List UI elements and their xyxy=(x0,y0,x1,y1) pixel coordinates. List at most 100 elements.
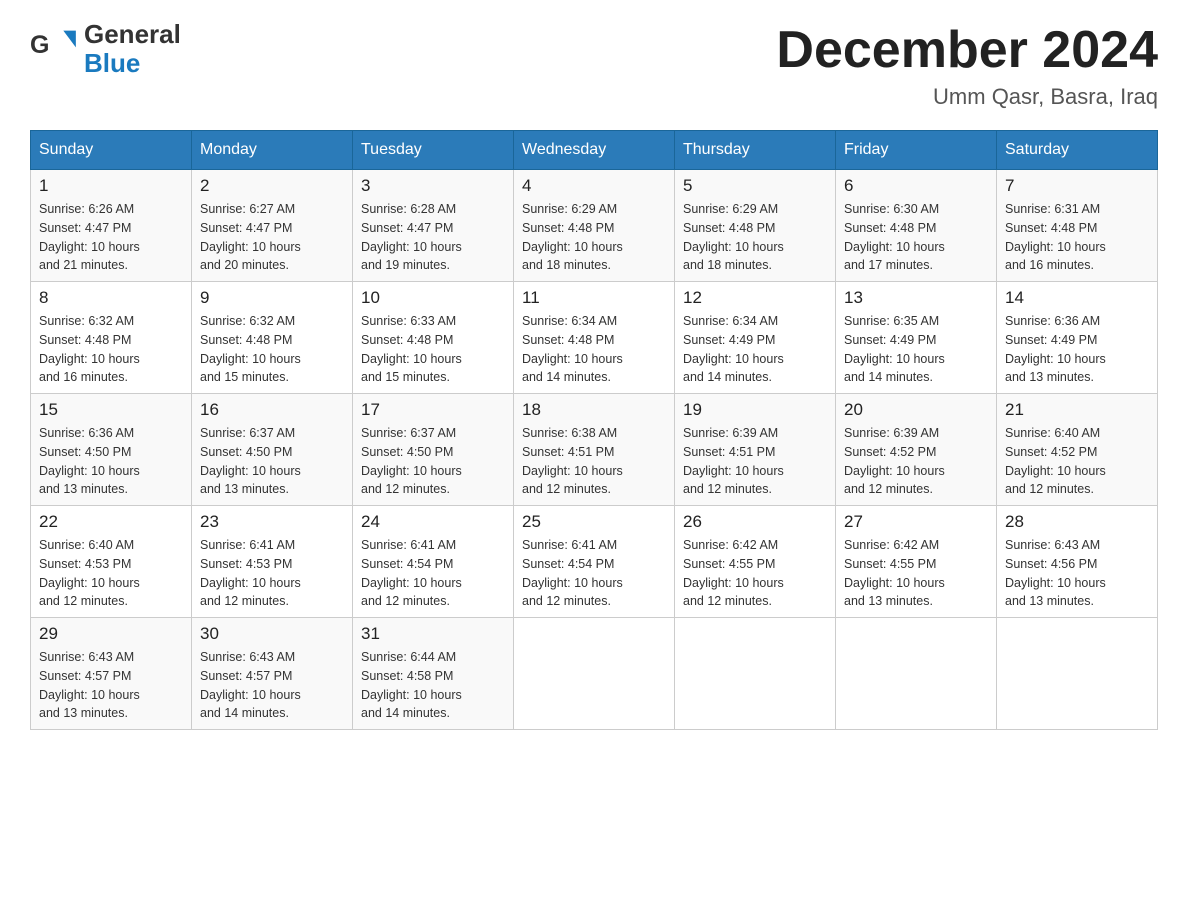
day-number: 7 xyxy=(1005,176,1149,196)
calendar-cell: 7 Sunrise: 6:31 AM Sunset: 4:48 PM Dayli… xyxy=(997,170,1158,282)
header-tuesday: Tuesday xyxy=(353,131,514,170)
day-info: Sunrise: 6:40 AM Sunset: 4:52 PM Dayligh… xyxy=(1005,424,1149,499)
page-title: December 2024 xyxy=(776,20,1158,80)
day-number: 4 xyxy=(522,176,666,196)
day-number: 23 xyxy=(200,512,344,532)
day-number: 17 xyxy=(361,400,505,420)
weekday-header-row: Sunday Monday Tuesday Wednesday Thursday… xyxy=(31,131,1158,170)
calendar-cell xyxy=(514,618,675,730)
day-info: Sunrise: 6:29 AM Sunset: 4:48 PM Dayligh… xyxy=(522,200,666,275)
day-number: 12 xyxy=(683,288,827,308)
day-number: 28 xyxy=(1005,512,1149,532)
day-number: 20 xyxy=(844,400,988,420)
calendar-week-row: 8 Sunrise: 6:32 AM Sunset: 4:48 PM Dayli… xyxy=(31,282,1158,394)
day-info: Sunrise: 6:41 AM Sunset: 4:54 PM Dayligh… xyxy=(522,536,666,611)
calendar-cell: 23 Sunrise: 6:41 AM Sunset: 4:53 PM Dayl… xyxy=(192,506,353,618)
calendar-cell: 11 Sunrise: 6:34 AM Sunset: 4:48 PM Dayl… xyxy=(514,282,675,394)
calendar-cell xyxy=(675,618,836,730)
day-info: Sunrise: 6:39 AM Sunset: 4:52 PM Dayligh… xyxy=(844,424,988,499)
day-info: Sunrise: 6:41 AM Sunset: 4:53 PM Dayligh… xyxy=(200,536,344,611)
day-number: 11 xyxy=(522,288,666,308)
day-info: Sunrise: 6:32 AM Sunset: 4:48 PM Dayligh… xyxy=(200,312,344,387)
calendar-cell: 16 Sunrise: 6:37 AM Sunset: 4:50 PM Dayl… xyxy=(192,394,353,506)
logo-blue-text: Blue xyxy=(84,49,181,78)
calendar-week-row: 15 Sunrise: 6:36 AM Sunset: 4:50 PM Dayl… xyxy=(31,394,1158,506)
calendar-cell: 30 Sunrise: 6:43 AM Sunset: 4:57 PM Dayl… xyxy=(192,618,353,730)
calendar-cell: 2 Sunrise: 6:27 AM Sunset: 4:47 PM Dayli… xyxy=(192,170,353,282)
day-info: Sunrise: 6:42 AM Sunset: 4:55 PM Dayligh… xyxy=(683,536,827,611)
calendar-cell: 8 Sunrise: 6:32 AM Sunset: 4:48 PM Dayli… xyxy=(31,282,192,394)
day-info: Sunrise: 6:44 AM Sunset: 4:58 PM Dayligh… xyxy=(361,648,505,723)
day-number: 25 xyxy=(522,512,666,532)
day-number: 31 xyxy=(361,624,505,644)
day-number: 8 xyxy=(39,288,183,308)
day-number: 22 xyxy=(39,512,183,532)
calendar-cell: 3 Sunrise: 6:28 AM Sunset: 4:47 PM Dayli… xyxy=(353,170,514,282)
calendar-cell: 14 Sunrise: 6:36 AM Sunset: 4:49 PM Dayl… xyxy=(997,282,1158,394)
day-number: 29 xyxy=(39,624,183,644)
day-number: 15 xyxy=(39,400,183,420)
day-number: 21 xyxy=(1005,400,1149,420)
calendar-cell: 4 Sunrise: 6:29 AM Sunset: 4:48 PM Dayli… xyxy=(514,170,675,282)
logo: G General Blue xyxy=(30,20,181,77)
day-info: Sunrise: 6:32 AM Sunset: 4:48 PM Dayligh… xyxy=(39,312,183,387)
calendar-cell: 18 Sunrise: 6:38 AM Sunset: 4:51 PM Dayl… xyxy=(514,394,675,506)
day-info: Sunrise: 6:37 AM Sunset: 4:50 PM Dayligh… xyxy=(361,424,505,499)
calendar-cell: 6 Sunrise: 6:30 AM Sunset: 4:48 PM Dayli… xyxy=(836,170,997,282)
calendar-cell: 26 Sunrise: 6:42 AM Sunset: 4:55 PM Dayl… xyxy=(675,506,836,618)
logo-text: General Blue xyxy=(84,20,181,77)
page-subtitle: Umm Qasr, Basra, Iraq xyxy=(776,84,1158,110)
day-number: 26 xyxy=(683,512,827,532)
calendar-table: Sunday Monday Tuesday Wednesday Thursday… xyxy=(30,130,1158,730)
day-number: 10 xyxy=(361,288,505,308)
calendar-week-row: 22 Sunrise: 6:40 AM Sunset: 4:53 PM Dayl… xyxy=(31,506,1158,618)
calendar-body: 1 Sunrise: 6:26 AM Sunset: 4:47 PM Dayli… xyxy=(31,170,1158,730)
calendar-cell: 22 Sunrise: 6:40 AM Sunset: 4:53 PM Dayl… xyxy=(31,506,192,618)
calendar-cell: 13 Sunrise: 6:35 AM Sunset: 4:49 PM Dayl… xyxy=(836,282,997,394)
day-number: 18 xyxy=(522,400,666,420)
calendar-cell: 29 Sunrise: 6:43 AM Sunset: 4:57 PM Dayl… xyxy=(31,618,192,730)
day-number: 5 xyxy=(683,176,827,196)
day-info: Sunrise: 6:35 AM Sunset: 4:49 PM Dayligh… xyxy=(844,312,988,387)
day-number: 14 xyxy=(1005,288,1149,308)
day-number: 16 xyxy=(200,400,344,420)
day-info: Sunrise: 6:41 AM Sunset: 4:54 PM Dayligh… xyxy=(361,536,505,611)
day-info: Sunrise: 6:34 AM Sunset: 4:49 PM Dayligh… xyxy=(683,312,827,387)
day-info: Sunrise: 6:39 AM Sunset: 4:51 PM Dayligh… xyxy=(683,424,827,499)
calendar-cell: 20 Sunrise: 6:39 AM Sunset: 4:52 PM Dayl… xyxy=(836,394,997,506)
header-friday: Friday xyxy=(836,131,997,170)
day-number: 30 xyxy=(200,624,344,644)
day-info: Sunrise: 6:33 AM Sunset: 4:48 PM Dayligh… xyxy=(361,312,505,387)
day-info: Sunrise: 6:38 AM Sunset: 4:51 PM Dayligh… xyxy=(522,424,666,499)
day-info: Sunrise: 6:43 AM Sunset: 4:57 PM Dayligh… xyxy=(39,648,183,723)
day-info: Sunrise: 6:43 AM Sunset: 4:57 PM Dayligh… xyxy=(200,648,344,723)
header-saturday: Saturday xyxy=(997,131,1158,170)
day-info: Sunrise: 6:30 AM Sunset: 4:48 PM Dayligh… xyxy=(844,200,988,275)
day-info: Sunrise: 6:43 AM Sunset: 4:56 PM Dayligh… xyxy=(1005,536,1149,611)
day-number: 9 xyxy=(200,288,344,308)
day-info: Sunrise: 6:31 AM Sunset: 4:48 PM Dayligh… xyxy=(1005,200,1149,275)
calendar-cell: 15 Sunrise: 6:36 AM Sunset: 4:50 PM Dayl… xyxy=(31,394,192,506)
day-info: Sunrise: 6:28 AM Sunset: 4:47 PM Dayligh… xyxy=(361,200,505,275)
calendar-cell: 9 Sunrise: 6:32 AM Sunset: 4:48 PM Dayli… xyxy=(192,282,353,394)
day-info: Sunrise: 6:27 AM Sunset: 4:47 PM Dayligh… xyxy=(200,200,344,275)
calendar-cell: 31 Sunrise: 6:44 AM Sunset: 4:58 PM Dayl… xyxy=(353,618,514,730)
header-thursday: Thursday xyxy=(675,131,836,170)
calendar-cell: 17 Sunrise: 6:37 AM Sunset: 4:50 PM Dayl… xyxy=(353,394,514,506)
calendar-header: Sunday Monday Tuesday Wednesday Thursday… xyxy=(31,131,1158,170)
page-header: G General Blue December 2024 Umm Qasr, B… xyxy=(30,20,1158,110)
day-info: Sunrise: 6:29 AM Sunset: 4:48 PM Dayligh… xyxy=(683,200,827,275)
day-number: 6 xyxy=(844,176,988,196)
day-info: Sunrise: 6:36 AM Sunset: 4:50 PM Dayligh… xyxy=(39,424,183,499)
calendar-cell: 24 Sunrise: 6:41 AM Sunset: 4:54 PM Dayl… xyxy=(353,506,514,618)
day-info: Sunrise: 6:36 AM Sunset: 4:49 PM Dayligh… xyxy=(1005,312,1149,387)
day-number: 2 xyxy=(200,176,344,196)
day-info: Sunrise: 6:42 AM Sunset: 4:55 PM Dayligh… xyxy=(844,536,988,611)
calendar-cell: 12 Sunrise: 6:34 AM Sunset: 4:49 PM Dayl… xyxy=(675,282,836,394)
calendar-cell: 5 Sunrise: 6:29 AM Sunset: 4:48 PM Dayli… xyxy=(675,170,836,282)
calendar-cell: 19 Sunrise: 6:39 AM Sunset: 4:51 PM Dayl… xyxy=(675,394,836,506)
calendar-cell: 1 Sunrise: 6:26 AM Sunset: 4:47 PM Dayli… xyxy=(31,170,192,282)
day-info: Sunrise: 6:34 AM Sunset: 4:48 PM Dayligh… xyxy=(522,312,666,387)
header-monday: Monday xyxy=(192,131,353,170)
calendar-week-row: 29 Sunrise: 6:43 AM Sunset: 4:57 PM Dayl… xyxy=(31,618,1158,730)
